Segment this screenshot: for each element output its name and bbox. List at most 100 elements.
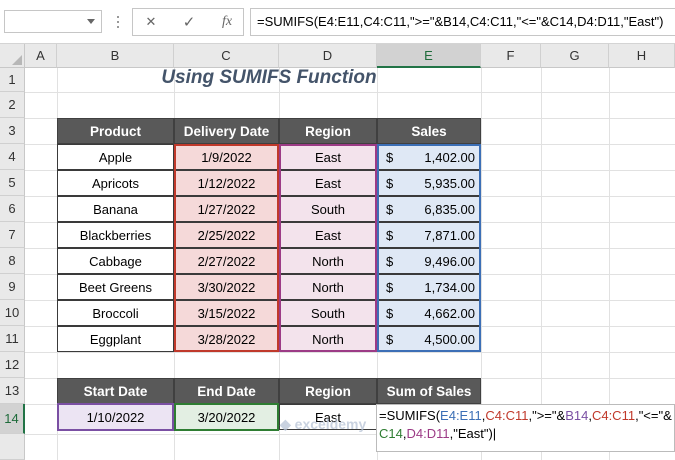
cell-region[interactable]: South (279, 300, 377, 326)
row-header-14[interactable]: 14 (0, 404, 25, 434)
header-region[interactable]: Region (279, 118, 377, 144)
cell-region[interactable]: East (279, 144, 377, 170)
cell-region[interactable]: South (279, 196, 377, 222)
name-box[interactable] (4, 10, 102, 33)
row-header-12[interactable]: 12 (0, 352, 25, 378)
row-header-13[interactable]: 13 (0, 378, 25, 404)
row-header-3[interactable]: 3 (0, 118, 25, 144)
header-product[interactable]: Product (57, 118, 174, 144)
gridline (25, 352, 675, 353)
cell-product[interactable]: Apple (57, 144, 174, 170)
cell-product[interactable]: Apricots (57, 170, 174, 196)
header-criteria-region[interactable]: Region (279, 378, 377, 404)
formula-token: ,">="& (528, 408, 566, 423)
cancel-icon[interactable]: ✕ (133, 9, 169, 35)
cell-sales[interactable]: $9,496.00 (377, 248, 481, 274)
cell-region[interactable]: North (279, 274, 377, 300)
row-header-10[interactable]: 10 (0, 300, 25, 326)
currency-symbol: $ (386, 227, 394, 243)
currency-symbol: $ (386, 331, 394, 347)
cell-delivery-date[interactable]: 3/28/2022 (174, 326, 279, 352)
cell-product[interactable]: Blackberries (57, 222, 174, 248)
cell-sales[interactable]: $4,662.00 (377, 300, 481, 326)
row-header-1[interactable]: 1 (0, 68, 25, 92)
cell-sales[interactable]: $4,500.00 (377, 326, 481, 352)
text-cursor: | (492, 426, 497, 441)
column-header-h[interactable]: H (609, 44, 675, 68)
cell-sales[interactable]: $5,935.00 (377, 170, 481, 196)
cell-product[interactable]: Eggplant (57, 326, 174, 352)
row-header-4[interactable]: 4 (0, 144, 25, 170)
formula-token: E4:E11 (440, 408, 482, 423)
header-delivery-date[interactable]: Delivery Date (174, 118, 279, 144)
column-header-f[interactable]: F (481, 44, 541, 68)
column-header-e[interactable]: E (377, 44, 481, 68)
currency-symbol: $ (386, 305, 394, 321)
formula-token: B14 (565, 408, 589, 423)
formula-input[interactable]: =SUMIFS(E4:E11,C4:C11,">="&B14,C4:C11,"<… (250, 8, 675, 36)
formula-buttons: ✕ ✓ fx (132, 8, 244, 36)
row-header-2[interactable]: 2 (0, 92, 25, 118)
cell-sales[interactable]: $1,734.00 (377, 274, 481, 300)
cell-region[interactable]: East (279, 222, 377, 248)
header-end-date[interactable]: End Date (174, 378, 279, 404)
cell-product[interactable]: Beet Greens (57, 274, 174, 300)
sales-amount: 7,871.00 (424, 227, 475, 243)
cell-delivery-date[interactable]: 1/9/2022 (174, 144, 279, 170)
editor-line-2: C14,D4:D11,"East")| (379, 425, 672, 443)
sales-amount: 1,402.00 (424, 149, 475, 165)
formula-bar: ✕ ✓ fx =SUMIFS(E4:E11,C4:C11,">="&B14,C4… (0, 0, 675, 44)
cell-delivery-date[interactable]: 1/12/2022 (174, 170, 279, 196)
gridline (609, 68, 610, 460)
column-header-a[interactable]: A (25, 44, 57, 68)
sales-amount: 4,662.00 (424, 305, 475, 321)
cell-region[interactable]: North (279, 326, 377, 352)
cell-sales[interactable]: $7,871.00 (377, 222, 481, 248)
cell-start-date[interactable]: 1/10/2022 (57, 404, 174, 430)
cell-delivery-date[interactable]: 3/30/2022 (174, 274, 279, 300)
enter-icon[interactable]: ✓ (171, 9, 207, 35)
sheet-title: Using SUMIFS Function (161, 67, 377, 88)
cell-product[interactable]: Banana (57, 196, 174, 222)
cell-delivery-date[interactable]: 2/25/2022 (174, 222, 279, 248)
formula-token: C4:C11 (485, 408, 529, 423)
cell-delivery-date[interactable]: 2/27/2022 (174, 248, 279, 274)
cell-formula-editor[interactable]: =SUMIFS(E4:E11,C4:C11,">="&B14,C4:C11,"<… (376, 404, 675, 452)
cell-delivery-date[interactable]: 3/15/2022 (174, 300, 279, 326)
select-all-corner[interactable] (0, 44, 25, 68)
row-header-7[interactable]: 7 (0, 222, 25, 248)
row-header-15[interactable] (0, 434, 25, 460)
cell-end-date[interactable]: 3/20/2022 (174, 404, 279, 430)
chevron-down-icon[interactable] (87, 19, 95, 24)
cell-product[interactable]: Cabbage (57, 248, 174, 274)
formula-token: C14 (379, 426, 403, 441)
currency-symbol: $ (386, 149, 394, 165)
header-sales[interactable]: Sales (377, 118, 481, 144)
currency-symbol: $ (386, 279, 394, 295)
row-header-6[interactable]: 6 (0, 196, 25, 222)
formula-token: ,"<="& (635, 408, 672, 423)
sales-amount: 5,935.00 (424, 175, 475, 191)
row-header-11[interactable]: 11 (0, 326, 25, 352)
cell-delivery-date[interactable]: 1/27/2022 (174, 196, 279, 222)
sales-amount: 9,496.00 (424, 253, 475, 269)
column-header-c[interactable]: C (174, 44, 279, 68)
cell-sales[interactable]: $1,402.00 (377, 144, 481, 170)
cell-product[interactable]: Broccoli (57, 300, 174, 326)
gridline (481, 68, 482, 460)
column-header-b[interactable]: B (57, 44, 174, 68)
insert-function-icon[interactable]: fx (209, 9, 245, 35)
header-sum-of-sales[interactable]: Sum of Sales (377, 378, 481, 404)
row-header-9[interactable]: 9 (0, 274, 25, 300)
cell-region[interactable]: East (279, 170, 377, 196)
column-header-g[interactable]: G (541, 44, 609, 68)
formula-token: =SUMIFS( (379, 408, 441, 423)
drag-handle-icon[interactable] (116, 13, 120, 31)
row-header-5[interactable]: 5 (0, 170, 25, 196)
column-header-d[interactable]: D (279, 44, 377, 68)
cell-region[interactable]: North (279, 248, 377, 274)
formula-token: D4:D11 (406, 426, 450, 441)
header-start-date[interactable]: Start Date (57, 378, 174, 404)
row-header-8[interactable]: 8 (0, 248, 25, 274)
cell-sales[interactable]: $6,835.00 (377, 196, 481, 222)
